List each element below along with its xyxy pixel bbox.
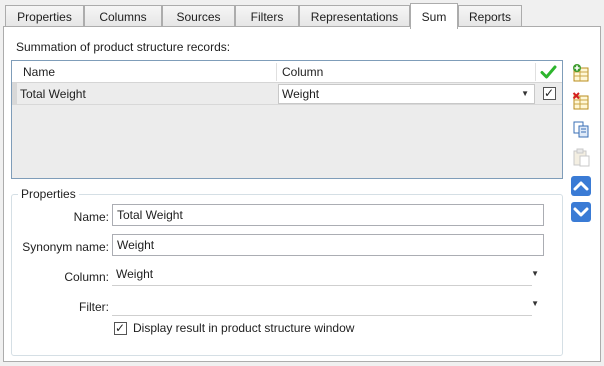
row-indicator [12, 83, 17, 105]
grid-header: Name Column [12, 61, 562, 83]
tab-filters[interactable]: Filters [235, 5, 299, 28]
tab-reports[interactable]: Reports [458, 5, 522, 28]
move-up-icon [571, 176, 591, 196]
synonym-name-field[interactable]: Weight [112, 234, 544, 256]
move-down-icon [571, 202, 591, 222]
add-row-button[interactable] [569, 62, 593, 84]
filter-select[interactable]: ▼ [112, 294, 544, 316]
row-column-select[interactable]: Weight ▼ [278, 84, 535, 104]
row-column-value: Weight [282, 87, 320, 101]
column-header-column[interactable]: Column [277, 61, 323, 83]
delete-row-icon [572, 92, 589, 110]
display-result-checkbox[interactable]: ✓ [114, 321, 127, 335]
display-result-option[interactable]: ✓ Display result in product structure wi… [114, 321, 354, 335]
row-enabled-checkbox[interactable]: ✓ [543, 86, 556, 103]
summation-grid[interactable]: Name Column Total Weight Weight ▼ ✓ [11, 60, 563, 179]
chevron-down-icon[interactable]: ▼ [521, 85, 529, 103]
paste-button[interactable] [569, 146, 593, 168]
name-field[interactable]: Total Weight [112, 204, 544, 226]
column-select-value: Weight [116, 267, 154, 281]
move-down-button[interactable] [569, 201, 593, 223]
column-select-underline [112, 285, 532, 286]
column-select[interactable]: Weight ▼ [112, 264, 544, 286]
tab-sources[interactable]: Sources [162, 5, 235, 28]
name-label: Name: [73, 210, 109, 224]
tab-properties[interactable]: Properties [5, 5, 84, 28]
filter-select-underline [112, 315, 532, 316]
paste-icon [573, 148, 590, 167]
filter-label: Filter: [79, 300, 109, 314]
chevron-down-icon[interactable]: ▼ [531, 264, 539, 284]
display-result-label[interactable]: Display result in product structure wind… [133, 321, 354, 335]
table-row[interactable]: Total Weight Weight ▼ ✓ [12, 83, 562, 105]
grid-caption: Summation of product structure records: [16, 40, 231, 54]
delete-row-button[interactable] [569, 90, 593, 112]
tab-representations[interactable]: Representations [299, 5, 410, 28]
sum-tab-panel: Summation of product structure records: … [3, 26, 601, 362]
header-divider[interactable] [535, 63, 536, 81]
chevron-down-icon[interactable]: ▼ [531, 294, 539, 314]
properties-legend: Properties [21, 187, 76, 201]
tab-sum[interactable]: Sum [410, 3, 458, 29]
column-header-name[interactable]: Name [18, 61, 55, 83]
column-label: Column: [64, 270, 109, 284]
move-up-button[interactable] [569, 175, 593, 197]
copy-icon [573, 121, 589, 138]
row-name-cell[interactable]: Total Weight [20, 83, 86, 105]
copy-button[interactable] [569, 118, 593, 140]
tab-columns[interactable]: Columns [84, 5, 162, 28]
synonym-name-label: Synonym name: [22, 240, 109, 254]
checkmark-icon [540, 64, 557, 83]
add-row-icon [573, 64, 589, 82]
